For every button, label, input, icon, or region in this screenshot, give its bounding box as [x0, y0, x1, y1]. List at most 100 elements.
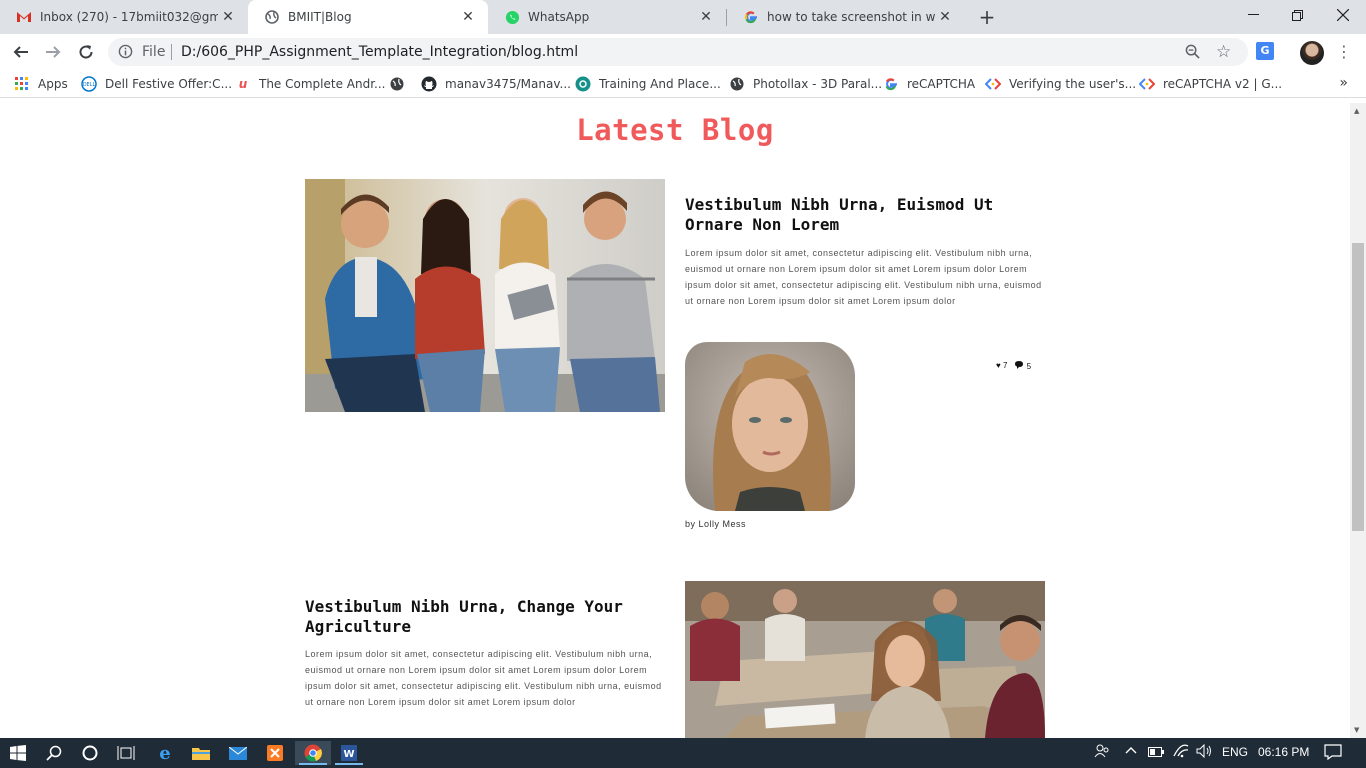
likes-count: 7 — [1002, 361, 1008, 370]
page-scrollbar[interactable]: ▲ ▼ — [1350, 103, 1366, 738]
zoom-icon[interactable] — [1185, 44, 1200, 63]
bookmark-recaptcha[interactable]: reCAPTCHA — [883, 76, 975, 92]
bookmark-label: Verifying the user's... — [1009, 77, 1137, 91]
comment-icon — [1015, 361, 1026, 371]
windows-logo-icon — [10, 745, 26, 761]
scrollbar-thumb[interactable] — [1352, 243, 1364, 531]
close-tab-icon[interactable]: ✕ — [458, 7, 478, 27]
globe-icon — [389, 76, 405, 92]
page-title: Latest Blog — [576, 113, 774, 147]
tab-google-search[interactable]: how to take screenshot in windo ✕ — [727, 0, 965, 34]
bookmark-photollax[interactable]: Photollax - 3D Paral... — [729, 76, 882, 92]
gmail-icon — [16, 9, 32, 25]
udemy-icon: u — [238, 77, 248, 91]
svg-text:W: W — [343, 749, 354, 760]
start-button[interactable] — [0, 741, 36, 765]
people-icon[interactable] — [1094, 743, 1110, 762]
tab-title: BMIIT|Blog — [288, 10, 352, 24]
language-indicator[interactable]: ENG — [1222, 745, 1248, 759]
tab-blog[interactable]: BMIIT|Blog ✕ — [248, 0, 488, 34]
globe-icon — [264, 9, 280, 25]
cortana-icon — [82, 745, 98, 761]
post-image-classroom[interactable] — [685, 581, 1045, 738]
address-prefix: File — [142, 44, 166, 60]
bookmark-github[interactable]: manav3475/Manav... — [421, 76, 571, 92]
comments[interactable]: 5 — [1015, 361, 1031, 371]
address-bar[interactable]: File D:/606_PHP_Assignment_Template_Inte… — [108, 38, 1248, 66]
bookmark-globe[interactable] — [389, 76, 413, 92]
bookmark-label: Training And Place... — [599, 77, 721, 91]
bookmark-udemy[interactable]: u The Complete Andr... — [235, 76, 386, 92]
bookmark-dell[interactable]: DELL Dell Festive Offer:C... — [81, 76, 232, 92]
bookmark-recaptcha-v2[interactable]: reCAPTCHA v2 | G... — [1139, 76, 1282, 92]
post-excerpt: Lorem ipsum dolor sit amet, consectetur … — [685, 248, 1042, 306]
google-icon — [883, 76, 899, 92]
taskbar-mail[interactable] — [220, 741, 256, 765]
folder-icon — [192, 748, 210, 760]
taskbar-file-explorer[interactable] — [183, 741, 219, 765]
taskbar-xampp[interactable] — [257, 741, 293, 765]
google-icon — [743, 9, 759, 25]
close-tab-icon[interactable]: ✕ — [218, 7, 238, 27]
close-tab-icon[interactable]: ✕ — [696, 7, 716, 27]
tab-gmail[interactable]: Inbox (270) - 17bmiit032@gmail. ✕ — [0, 0, 248, 34]
tab-title: Inbox (270) - 17bmiit032@gmail. — [40, 10, 218, 24]
bookmark-star-icon[interactable]: ☆ — [1216, 42, 1231, 62]
tab-whatsapp[interactable]: WhatsApp ✕ — [488, 0, 726, 34]
post-excerpt: Lorem ipsum dolor sit amet, consectetur … — [305, 649, 662, 707]
menu-kebab-icon[interactable]: ⋮ — [1336, 40, 1352, 64]
xampp-icon — [267, 745, 283, 761]
post-image-students[interactable] — [305, 179, 665, 412]
close-window-button[interactable] — [1320, 0, 1366, 30]
mail-icon — [229, 746, 247, 760]
clock[interactable]: 06:16 PM — [1258, 745, 1309, 759]
bookmark-apps[interactable]: Apps — [14, 76, 68, 92]
bookmarks-overflow-button[interactable]: » — [1339, 75, 1348, 91]
bookmark-label: Dell Festive Offer:C... — [105, 77, 233, 91]
battery-icon[interactable] — [1148, 746, 1164, 760]
restore-icon — [1291, 9, 1303, 21]
post-title[interactable]: Vestibulum Nibh Urna, Euismod Ut Ornare … — [685, 195, 1015, 235]
notifications-icon[interactable] — [1324, 744, 1342, 763]
bookmark-placement[interactable]: Training And Place... — [575, 76, 721, 92]
post-title[interactable]: Vestibulum Nibh Urna, Change Your Agricu… — [305, 597, 655, 637]
scroll-down-arrow-icon[interactable]: ▼ — [1354, 726, 1359, 734]
globe-icon — [729, 76, 745, 92]
post-stats: ♥ 7 5 — [996, 361, 1031, 371]
windows-taskbar: e W ENG 06:16 PM — [0, 738, 1366, 768]
taskbar-edge[interactable]: e — [147, 741, 183, 765]
page-content: Latest Blog Vestibulum Nibh Urna, Euismo… — [0, 103, 1350, 738]
bookmarks-bar: Apps DELL Dell Festive Offer:C... u The … — [0, 70, 1366, 98]
forward-button[interactable] — [39, 38, 67, 66]
scroll-up-arrow-icon[interactable]: ▲ — [1354, 107, 1359, 115]
likes[interactable]: ♥ 7 — [996, 361, 1007, 371]
url-text[interactable]: D:/606_PHP_Assignment_Template_Integrati… — [181, 44, 578, 60]
bookmark-label: reCAPTCHA — [907, 77, 976, 91]
restore-button[interactable] — [1274, 0, 1320, 30]
bookmark-label: Photollax - 3D Paral... — [753, 77, 883, 91]
apps-grid-icon — [14, 76, 30, 92]
show-hidden-icons-chevron-icon[interactable] — [1125, 744, 1137, 758]
task-view-button[interactable] — [108, 741, 144, 765]
search-icon — [46, 745, 62, 761]
reload-icon — [79, 45, 93, 59]
close-tab-icon[interactable]: ✕ — [935, 7, 955, 27]
reload-button[interactable] — [72, 38, 100, 66]
bookmark-verifying[interactable]: Verifying the user's... — [985, 76, 1136, 92]
search-button[interactable] — [36, 741, 72, 765]
info-icon[interactable] — [118, 44, 133, 63]
whatsapp-icon — [504, 9, 520, 25]
bookmark-label: reCAPTCHA v2 | G... — [1163, 77, 1283, 91]
taskbar-word[interactable]: W — [331, 741, 367, 765]
new-tab-button[interactable]: + — [976, 6, 998, 28]
cortana-button[interactable] — [72, 741, 108, 765]
back-button[interactable] — [7, 38, 35, 66]
minimize-icon — [1247, 14, 1259, 15]
taskbar-chrome[interactable] — [295, 741, 331, 765]
profile-avatar[interactable] — [1300, 41, 1324, 65]
volume-icon[interactable] — [1196, 743, 1214, 761]
wifi-icon[interactable] — [1173, 744, 1189, 761]
tab-strip: Inbox (270) - 17bmiit032@gmail. ✕ BMIIT|… — [0, 0, 1366, 34]
minimize-button[interactable] — [1230, 0, 1276, 30]
translate-extension-icon[interactable]: G — [1256, 42, 1274, 60]
